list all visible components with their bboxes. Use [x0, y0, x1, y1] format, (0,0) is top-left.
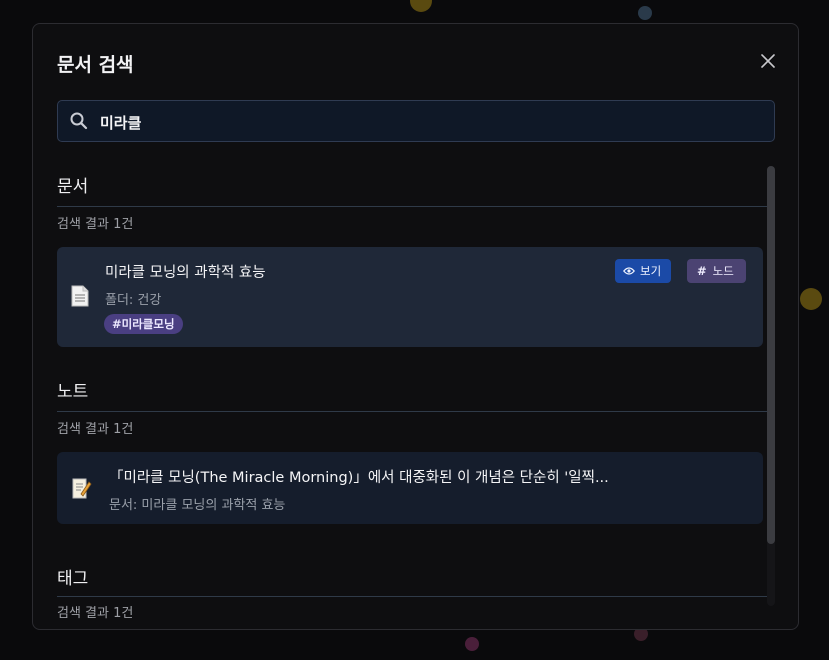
memo-icon: [72, 478, 92, 499]
close-icon: [761, 54, 775, 68]
search-input[interactable]: [98, 101, 762, 143]
search-icon: [70, 112, 88, 130]
close-button[interactable]: [758, 51, 778, 71]
section-title-tags: 태그: [57, 569, 89, 589]
search-modal: 문서 검색 문서 검색 결과 1건 미라클 모닝의 과학적 효능 폴더: 건강 …: [32, 23, 799, 630]
scrollbar-thumb[interactable]: [767, 166, 775, 544]
results-scrollbar[interactable]: [767, 166, 775, 606]
document-tag-badge[interactable]: #미라클모닝: [104, 314, 183, 334]
document-icon: [71, 285, 89, 307]
note-result-card[interactable]: 「미라클 모닝(The Miracle Morning)」에서 대중화된 이 개…: [57, 452, 763, 524]
section-divider: [57, 596, 767, 597]
search-field[interactable]: [57, 100, 775, 143]
result-count-documents: 검색 결과 1건: [57, 217, 134, 232]
document-result-card[interactable]: 미라클 모닝의 과학적 효능 폴더: 건강 #미라클모닝 보기 # 노드: [57, 247, 763, 347]
document-folder: 폴더: 건강: [105, 293, 162, 308]
view-button-label: 보기: [640, 264, 662, 278]
section-title-notes: 노트: [57, 382, 89, 402]
note-button[interactable]: # 노드: [687, 259, 746, 283]
background-avatar: [800, 288, 822, 310]
result-count-notes: 검색 결과 1건: [57, 422, 134, 437]
section-divider: [57, 411, 767, 412]
note-button-label: 노드: [712, 264, 734, 278]
background-avatar: [638, 6, 652, 20]
section-title-documents: 문서: [57, 177, 89, 197]
modal-title: 문서 검색: [57, 54, 134, 76]
search-results: 문서 검색 결과 1건 미라클 모닝의 과학적 효능 폴더: 건강 #미라클모닝…: [57, 164, 767, 619]
document-title: 미라클 모닝의 과학적 효능: [105, 265, 266, 281]
section-divider: [57, 206, 767, 207]
note-source: 문서: 미라클 모닝의 과학적 효능: [109, 498, 286, 513]
result-count-tags: 검색 결과 1건: [57, 606, 134, 619]
eye-icon: [623, 267, 635, 275]
background-avatar: [410, 0, 432, 12]
hash-icon: #: [697, 264, 707, 278]
view-button[interactable]: 보기: [615, 259, 672, 283]
note-text: 「미라클 모닝(The Miracle Morning)」에서 대중화된 이 개…: [109, 470, 609, 486]
background-avatar: [465, 637, 479, 651]
